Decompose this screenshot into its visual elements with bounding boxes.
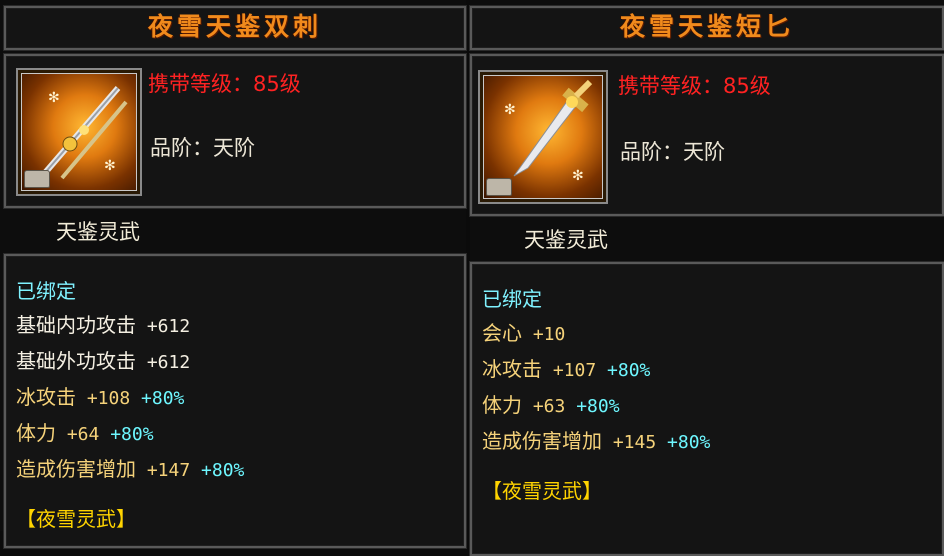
attribute-list: 已绑定 会心 +10 冰攻击 +107 +80% 体力 +63 +80% 造成伤害增加… (482, 282, 710, 508)
attr-value: +10 (522, 324, 566, 345)
item-category: 天鉴灵武 (56, 220, 140, 244)
snowflake-icon: ✻ (504, 102, 516, 118)
snowflake-icon: ✻ (104, 158, 116, 174)
attr-name: 体力 (482, 393, 522, 417)
attr-row: 体力 +63 +80% (482, 388, 710, 424)
attributes-frame: 已绑定 基础内功攻击 +612 基础外功攻击 +612 冰攻击 +108 +80% 体… (4, 254, 466, 548)
bound-status: 已绑定 (482, 287, 542, 311)
title-frame: 夜雪天鉴双刺 (4, 6, 466, 50)
bound-status: 已绑定 (16, 279, 76, 303)
set-name: 【夜雪灵武】 (482, 479, 602, 503)
item-tooltip-right: 夜雪天鉴短匕 ✻ ✻ 携带等级：85级 品阶：天阶 天鉴灵武 已绑定 会心 +1… (470, 0, 944, 556)
attr-rows: 基础内功攻击 +612 基础外功攻击 +612 冰攻击 +108 +80% 体力 +6… (16, 308, 244, 488)
item-tooltip-left: 夜雪天鉴双刺 ✻ ✻ 携带等级：85级 品阶：天阶 天鉴灵武 已绑定 基础内功攻… (0, 0, 466, 548)
attr-value: +612 (136, 316, 191, 337)
attr-row: 基础内功攻击 +612 (16, 308, 244, 344)
attribute-list: 已绑定 基础内功攻击 +612 基础外功攻击 +612 冰攻击 +108 +80% 体… (16, 274, 244, 536)
attr-row: 基础外功攻击 +612 (16, 344, 244, 380)
attr-value: +63 (522, 396, 566, 417)
bind-lock-icon (486, 178, 512, 196)
attr-row: 造成伤害增加 +145 +80% (482, 424, 710, 460)
attributes-frame: 已绑定 会心 +10 冰攻击 +107 +80% 体力 +63 +80% 造成伤害增加… (470, 262, 944, 556)
attr-value: +145 (602, 432, 657, 453)
snowflake-icon: ✻ (48, 90, 60, 106)
attr-bonus-percent: +80% (190, 460, 245, 481)
attr-name: 会心 (482, 321, 522, 345)
attr-name: 基础内功攻击 (16, 313, 136, 337)
title-frame: 夜雪天鉴短匕 (470, 6, 944, 50)
item-title: 夜雪天鉴双刺 (147, 12, 322, 41)
attr-value: +64 (56, 424, 100, 445)
bind-lock-icon (24, 170, 50, 188)
attr-name: 体力 (16, 421, 56, 445)
carry-level: 携带等级：85级 (618, 74, 771, 98)
item-icon-frame[interactable]: ✻ ✻ (16, 68, 142, 196)
attr-value: +147 (136, 460, 191, 481)
attr-name: 基础外功攻击 (16, 349, 136, 373)
attr-bonus-percent: +80% (596, 360, 651, 381)
attr-name: 冰攻击 (16, 385, 76, 409)
item-icon-frame[interactable]: ✻ ✻ (478, 70, 608, 204)
attr-row: 冰攻击 +108 +80% (16, 380, 244, 416)
carry-level: 携带等级：85级 (148, 72, 301, 96)
attr-name: 造成伤害增加 (482, 429, 602, 453)
attr-bonus-percent: +80% (656, 432, 711, 453)
attr-value: +107 (542, 360, 597, 381)
attr-row: 造成伤害增加 +147 +80% (16, 452, 244, 488)
attr-bonus-percent: +80% (130, 388, 185, 409)
header-frame: ✻ ✻ 携带等级：85级 品阶：天阶 (4, 54, 466, 208)
attr-row: 体力 +64 +80% (16, 416, 244, 452)
header-frame: ✻ ✻ 携带等级：85级 品阶：天阶 (470, 54, 944, 216)
attr-bonus-percent: +80% (99, 424, 154, 445)
attr-name: 冰攻击 (482, 357, 542, 381)
attr-row: 冰攻击 +107 +80% (482, 352, 710, 388)
item-category: 天鉴灵武 (524, 228, 608, 252)
attr-value: +612 (136, 352, 191, 373)
item-grade: 品阶：天阶 (620, 140, 725, 164)
attr-bonus-percent: +80% (565, 396, 620, 417)
item-grade: 品阶：天阶 (150, 136, 255, 160)
attr-name: 造成伤害增加 (16, 457, 136, 481)
attr-value: +108 (76, 388, 131, 409)
attr-row: 会心 +10 (482, 316, 710, 352)
snowflake-icon: ✻ (572, 168, 584, 184)
item-title: 夜雪天鉴短匕 (619, 12, 794, 41)
attr-rows: 会心 +10 冰攻击 +107 +80% 体力 +63 +80% 造成伤害增加 +14… (482, 316, 710, 460)
